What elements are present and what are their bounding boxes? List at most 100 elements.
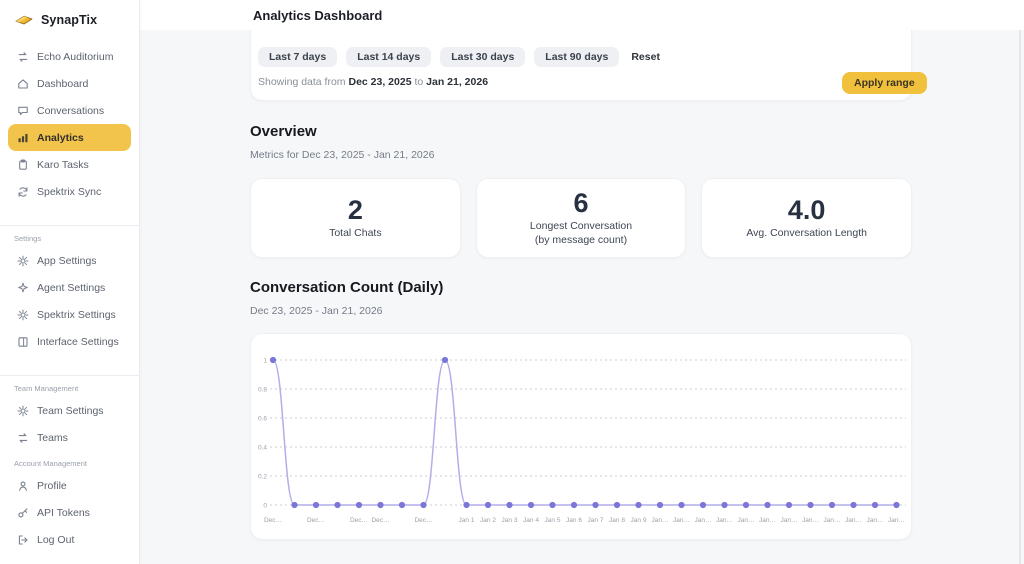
data-point-jan-19[interactable]: [850, 502, 856, 508]
quick-range-button-last-7-days[interactable]: Last 7 days: [258, 47, 337, 67]
data-point-jan-3[interactable]: [506, 502, 512, 508]
sidebar-item-spektrix-settings[interactable]: Spektrix Settings: [8, 301, 131, 328]
sidebar-item-team-settings[interactable]: Team Settings: [8, 397, 131, 424]
sidebar: SynapTix Echo Auditorium Dashboard Convers…: [0, 0, 140, 564]
swap-icon: [17, 432, 29, 444]
metric-value: 6: [573, 189, 588, 217]
metric-label: Total Chats: [329, 227, 382, 241]
overview-title: Overview: [250, 123, 317, 140]
data-point-jan-14[interactable]: [743, 502, 749, 508]
brand-name: SynapTix: [41, 13, 97, 27]
x-axis-tick: Jan…: [738, 517, 755, 524]
sidebar-item-teams[interactable]: Teams: [8, 424, 131, 451]
home-icon: [17, 78, 29, 90]
series-line: [273, 360, 897, 505]
sidebar-item-label: Karo Tasks: [37, 159, 89, 171]
x-axis-tick: Dec…: [350, 517, 368, 524]
sidebar-item-label: Dashboard: [37, 78, 88, 90]
data-point-dec-28[interactable]: [377, 502, 383, 508]
y-axis-tick: 0.2: [258, 473, 267, 480]
page-title: Analytics Dashboard: [253, 8, 382, 23]
overview-subtitle: Metrics for Dec 23, 2025 - Jan 21, 2026: [250, 149, 434, 161]
top-header: Analytics Dashboard: [140, 0, 1024, 30]
data-point-jan-4[interactable]: [528, 502, 534, 508]
gear-icon: [17, 405, 29, 417]
data-point-jan-15[interactable]: [764, 502, 770, 508]
data-point-jan-17[interactable]: [807, 502, 813, 508]
swap-icon: [17, 51, 29, 63]
y-axis-tick: 0: [263, 502, 267, 509]
sidebar-section-label-account-management: Account Management: [0, 459, 139, 468]
data-point-jan-6[interactable]: [571, 502, 577, 508]
x-axis-tick: Dec…: [264, 517, 282, 524]
data-point-dec-24[interactable]: [291, 502, 297, 508]
data-point-dec-31[interactable]: [442, 357, 448, 363]
sidebar-item-label: Spektrix Settings: [37, 309, 116, 321]
sidebar-item-app-settings[interactable]: App Settings: [8, 247, 131, 274]
sidebar-divider: [0, 225, 139, 226]
sidebar-item-analytics[interactable]: Analytics: [8, 124, 131, 151]
x-axis-tick: Jan…: [673, 517, 690, 524]
data-point-jan-5[interactable]: [549, 502, 555, 508]
x-axis-tick: Jan 9: [631, 517, 647, 524]
data-point-jan-16[interactable]: [786, 502, 792, 508]
reset-button[interactable]: Reset: [631, 51, 660, 63]
sidebar-item-spektrix-sync[interactable]: Spektrix Sync: [8, 178, 131, 205]
sidebar-item-label: Conversations: [37, 105, 104, 117]
data-point-dec-25[interactable]: [313, 502, 319, 508]
sidebar-item-profile[interactable]: Profile: [8, 472, 131, 499]
metric-label: Longest Conversation: [530, 220, 632, 234]
sidebar-item-conversations[interactable]: Conversations: [8, 97, 131, 124]
sidebar-item-log-out[interactable]: Log Out: [8, 526, 131, 553]
data-point-jan-9[interactable]: [635, 502, 641, 508]
quick-range-button-last-30-days[interactable]: Last 30 days: [440, 47, 525, 67]
brand-row[interactable]: SynapTix: [0, 0, 139, 30]
data-point-jan-21[interactable]: [893, 502, 899, 508]
data-point-dec-23[interactable]: [270, 357, 276, 363]
data-point-jan-2[interactable]: [485, 502, 491, 508]
clipboard-icon: [17, 159, 29, 171]
synaptix-logo-icon: [14, 13, 34, 27]
data-point-jan-7[interactable]: [592, 502, 598, 508]
x-axis-tick: Jan 6: [566, 517, 582, 524]
data-point-jan-18[interactable]: [829, 502, 835, 508]
sparkles-icon: [17, 282, 29, 294]
sync-icon: [17, 186, 29, 198]
data-point-dec-27[interactable]: [356, 502, 362, 508]
sidebar-item-label: Log Out: [37, 534, 74, 546]
sidebar-item-label: Interface Settings: [37, 336, 119, 348]
sidebar-item-agent-settings[interactable]: Agent Settings: [8, 274, 131, 301]
data-point-jan-10[interactable]: [657, 502, 663, 508]
data-point-dec-30[interactable]: [420, 502, 426, 508]
to-date: Jan 21, 2026: [426, 76, 488, 88]
x-axis-tick: Jan 2: [480, 517, 496, 524]
data-point-jan-13[interactable]: [721, 502, 727, 508]
x-axis-tick: Jan…: [888, 517, 905, 524]
data-point-jan-1[interactable]: [463, 502, 469, 508]
layout-icon: [17, 336, 29, 348]
x-axis-tick: Jan…: [845, 517, 862, 524]
data-point-dec-29[interactable]: [399, 502, 405, 508]
data-point-dec-26[interactable]: [334, 502, 340, 508]
sidebar-section-label-settings: Settings: [0, 234, 139, 243]
quick-range-button-last-14-days[interactable]: Last 14 days: [346, 47, 431, 67]
sidebar-item-api-tokens[interactable]: API Tokens: [8, 499, 131, 526]
scrollbar[interactable]: [1019, 30, 1021, 564]
showing-data-text: Showing data from Dec 23, 2025 to Jan 21…: [258, 76, 488, 88]
data-point-jan-8[interactable]: [614, 502, 620, 508]
sidebar-item-dashboard[interactable]: Dashboard: [8, 70, 131, 97]
data-point-jan-11[interactable]: [678, 502, 684, 508]
x-axis-tick: Jan…: [716, 517, 733, 524]
quick-range-button-last-90-days[interactable]: Last 90 days: [534, 47, 619, 67]
data-point-jan-12[interactable]: [700, 502, 706, 508]
sidebar-item-label: Teams: [37, 432, 68, 444]
x-axis-tick: Jan 7: [588, 517, 604, 524]
sidebar-item-label: App Settings: [37, 255, 97, 267]
apply-range-button[interactable]: Apply range: [842, 72, 927, 94]
conversation-count-chart: 10.80.60.40.20Dec…Dec…Dec…Dec…Dec…Jan 1J…: [251, 334, 912, 540]
data-point-jan-20[interactable]: [872, 502, 878, 508]
x-axis-tick: Dec…: [414, 517, 432, 524]
sidebar-item-echo-auditorium[interactable]: Echo Auditorium: [8, 43, 131, 70]
sidebar-item-karo-tasks[interactable]: Karo Tasks: [8, 151, 131, 178]
sidebar-item-interface-settings[interactable]: Interface Settings: [8, 328, 131, 355]
